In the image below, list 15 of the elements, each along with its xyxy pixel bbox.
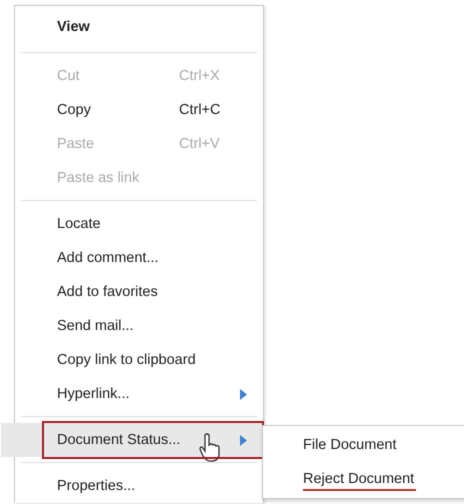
shortcut-label: Ctrl+X [179, 68, 221, 84]
submenu-item[interactable]: Reject Document [263, 462, 464, 496]
menu-item[interactable]: Locate [15, 207, 263, 241]
menu-item[interactable]: Copy Ctrl+C [15, 93, 263, 127]
menu-item[interactable]: Hyperlink... [15, 377, 263, 411]
menu-item[interactable]: Copy link to clipboard [15, 343, 263, 377]
menu-item[interactable]: Add to favorites [15, 275, 263, 309]
menu-item[interactable]: Properties... [15, 469, 263, 503]
hand-cursor-icon [198, 433, 222, 463]
menu-item[interactable]: Send mail... [15, 309, 263, 343]
menu-header: View [56, 18, 91, 37]
shortcut-label: Ctrl+C [179, 102, 222, 118]
shortcut-label: Ctrl+V [179, 136, 221, 152]
submenu-item[interactable]: File Document [263, 428, 464, 462]
menu-item[interactable]: Add comment... [15, 241, 263, 275]
